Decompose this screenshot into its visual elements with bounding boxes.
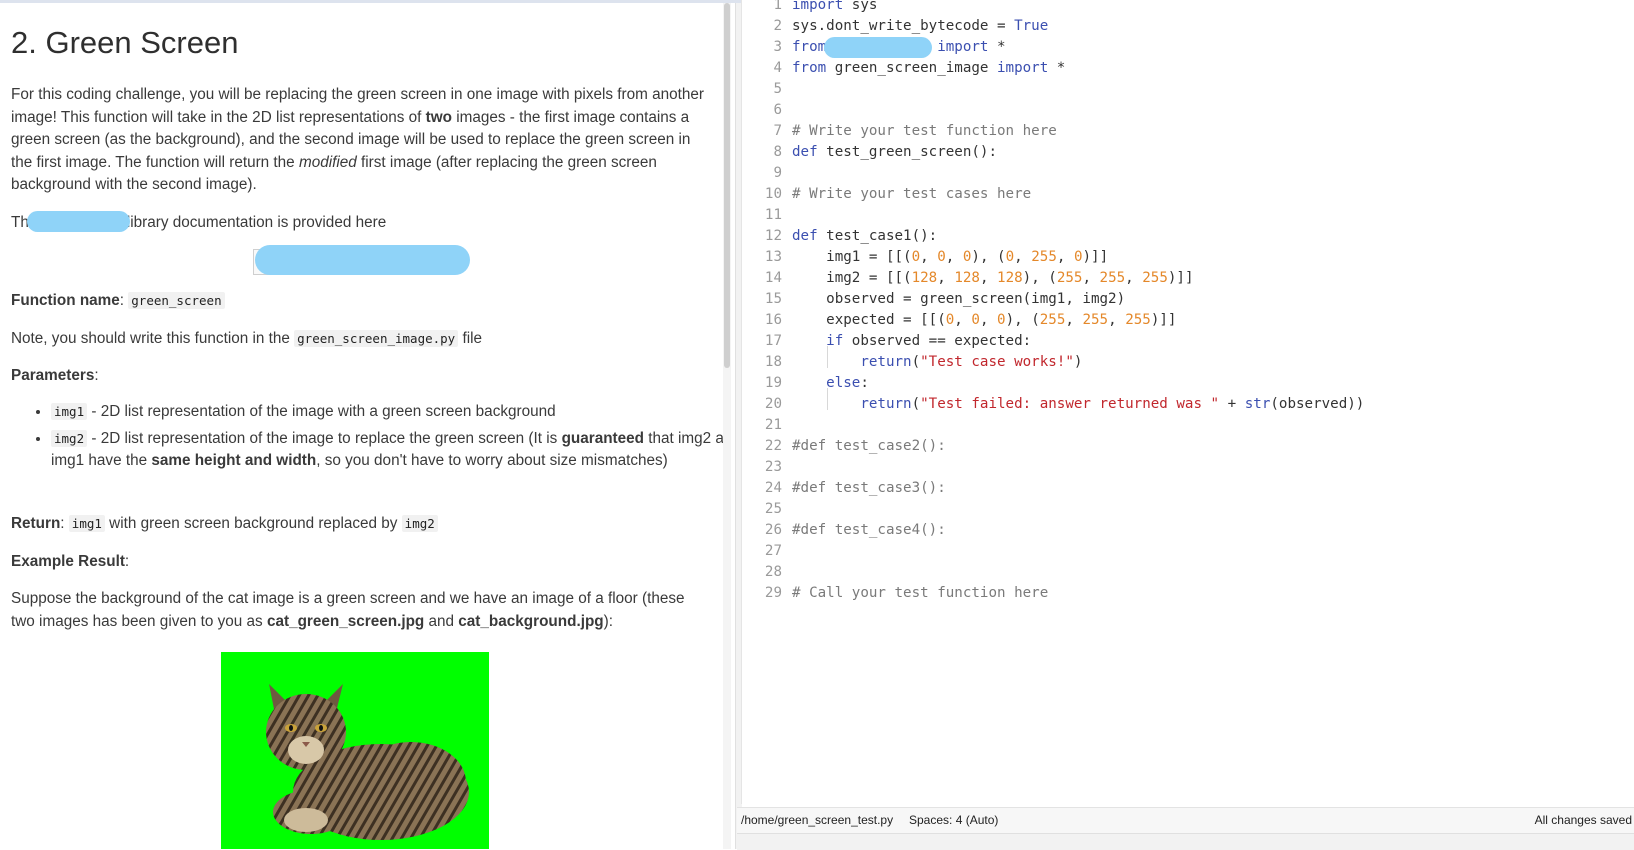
code-text[interactable]: # Call your test function here	[792, 583, 1048, 604]
code-editor[interactable]: 1 import sys 2 sys.dont_write_bytecode = Tr…	[741, 0, 1634, 804]
code-text[interactable]: observed = green_screen(img1, img2)	[792, 289, 1125, 310]
redacted-blur	[255, 245, 470, 275]
line-number: 13	[764, 249, 782, 265]
cat-green-screen-image	[221, 652, 489, 849]
line-number: 4	[773, 60, 782, 76]
line-number: 8	[773, 144, 782, 160]
line-number: 25	[764, 501, 782, 517]
code-text[interactable]: # Write your test cases here	[792, 184, 1031, 205]
code-text[interactable]: img1 = [[(0, 0, 0), (0, 255, 0)]]	[792, 247, 1108, 268]
note-line: Note, you should write this function in …	[11, 328, 706, 351]
line-number: 29	[764, 585, 782, 601]
line-number: 1	[773, 0, 782, 13]
note-file-code: green_screen_image.py	[294, 330, 459, 347]
note-text: Note, you should write this function in …	[11, 330, 295, 347]
redacted-blur	[824, 37, 932, 58]
code-text[interactable]: import sys	[792, 0, 877, 16]
code-text[interactable]: def test_case1():	[792, 226, 937, 247]
line-number: 15	[764, 291, 782, 307]
line-number: 10	[764, 186, 782, 202]
scrollbar-thumb[interactable]	[724, 3, 730, 368]
line-number: 19	[764, 375, 782, 391]
code-text[interactable]: expected = [[(0, 0, 0), (255, 255, 255)]…	[792, 310, 1176, 331]
return-code: img1	[68, 515, 105, 532]
return-label: Return	[11, 515, 61, 532]
line-number: 22	[764, 438, 782, 454]
line-number: 5	[773, 81, 782, 97]
indent-guide	[827, 346, 828, 368]
function-name-code: green_screen	[128, 292, 225, 309]
intro-paragraph: For this coding challenge, you will be r…	[11, 84, 706, 197]
line-number: 6	[773, 102, 782, 118]
line-number: 20	[764, 396, 782, 412]
code-text[interactable]: #def test_case2():	[792, 436, 946, 457]
example-text: ):	[603, 612, 613, 630]
code-text[interactable]: return("Test case works!")	[792, 352, 1082, 373]
code-text[interactable]: def test_green_screen():	[792, 142, 997, 163]
list-item: img1 - 2D list representation of the ima…	[51, 401, 723, 424]
line-number: 12	[764, 228, 782, 244]
return-line: Return: img1 with green screen backgroun…	[11, 513, 706, 536]
line-number: 7	[773, 123, 782, 139]
save-status: All changes saved	[1534, 813, 1632, 827]
intro-bold: two	[425, 108, 452, 126]
example-text: and	[424, 612, 459, 630]
code-text[interactable]: return("Test failed: answer returned was…	[792, 394, 1364, 415]
param-desc: - 2D list representation of the image wi…	[87, 403, 556, 420]
line-number: 24	[764, 480, 782, 496]
function-name-label: Function name	[11, 292, 120, 309]
note-text: file	[458, 330, 483, 347]
line-number: 9	[773, 165, 782, 181]
code-text[interactable]: else:	[792, 373, 869, 394]
code-text[interactable]: sys.dont_write_bytecode = True	[792, 16, 1048, 37]
cat-illustration	[266, 684, 469, 840]
parameters-list: img1 - 2D list representation of the ima…	[11, 401, 723, 477]
doc-link-text[interactable]: library documentation is provided here	[127, 214, 386, 231]
bottom-toolbar	[737, 833, 1634, 850]
instructions-pane: 2. Green Screen For this coding challeng…	[0, 3, 723, 849]
line-number: 11	[764, 207, 782, 223]
code-text[interactable]: img2 = [[(128, 128, 128), (255, 255, 255…	[792, 268, 1193, 289]
param-desc: , so you don't have to worry about size …	[316, 452, 668, 469]
function-name-line: Function name: green_screen	[11, 290, 706, 313]
parameters-heading: Parameters:	[11, 367, 99, 384]
code-text[interactable]: # Write your test function here	[792, 121, 1057, 142]
param-name-code: img1	[51, 403, 88, 420]
line-number: 18	[764, 354, 782, 370]
redacted-blur	[27, 211, 130, 232]
line-number: 21	[764, 417, 782, 433]
example-label: Example Result	[11, 553, 125, 570]
page-title: 2. Green Screen	[11, 25, 239, 60]
line-number: 3	[773, 39, 782, 55]
status-bar: /home/green_screen_test.py Spaces: 4 (Au…	[737, 807, 1634, 833]
line-number: 28	[764, 564, 782, 580]
line-number: 17	[764, 333, 782, 349]
code-text[interactable]: #def test_case3():	[792, 478, 946, 499]
example-file: cat_green_screen.jpg	[266, 612, 425, 630]
line-number: 16	[764, 312, 782, 328]
example-file: cat_background.jpg	[458, 612, 604, 630]
code-text[interactable]: #def test_case4():	[792, 520, 946, 541]
param-bold: guaranteed	[561, 429, 645, 447]
parameters-label: Parameters	[11, 367, 95, 384]
param-name-code: img2	[51, 429, 88, 447]
line-number: 27	[764, 543, 782, 559]
return-code: img2	[401, 515, 438, 532]
file-path: /home/green_screen_test.py	[741, 813, 894, 827]
code-text[interactable]: from green_screen_image import *	[792, 58, 1065, 79]
line-number: 14	[764, 270, 782, 286]
intro-italic: modified	[298, 153, 357, 171]
line-number: 23	[764, 459, 782, 475]
instructions-scrollbar[interactable]	[723, 3, 731, 849]
example-paragraph: Suppose the background of the cat image …	[11, 588, 706, 633]
example-heading: Example Result:	[11, 553, 130, 570]
return-text: with green screen background replaced by	[104, 515, 402, 532]
indent-guide	[827, 388, 828, 410]
param-bold: same height and width	[151, 452, 317, 469]
list-item: img2 - 2D list representation of the ima…	[51, 428, 723, 473]
indentation-setting[interactable]: Spaces: 4 (Auto)	[909, 808, 998, 833]
line-number: 26	[764, 522, 782, 538]
line-number: 2	[773, 18, 782, 34]
param-desc: - 2D list representation of the image to…	[87, 429, 562, 447]
